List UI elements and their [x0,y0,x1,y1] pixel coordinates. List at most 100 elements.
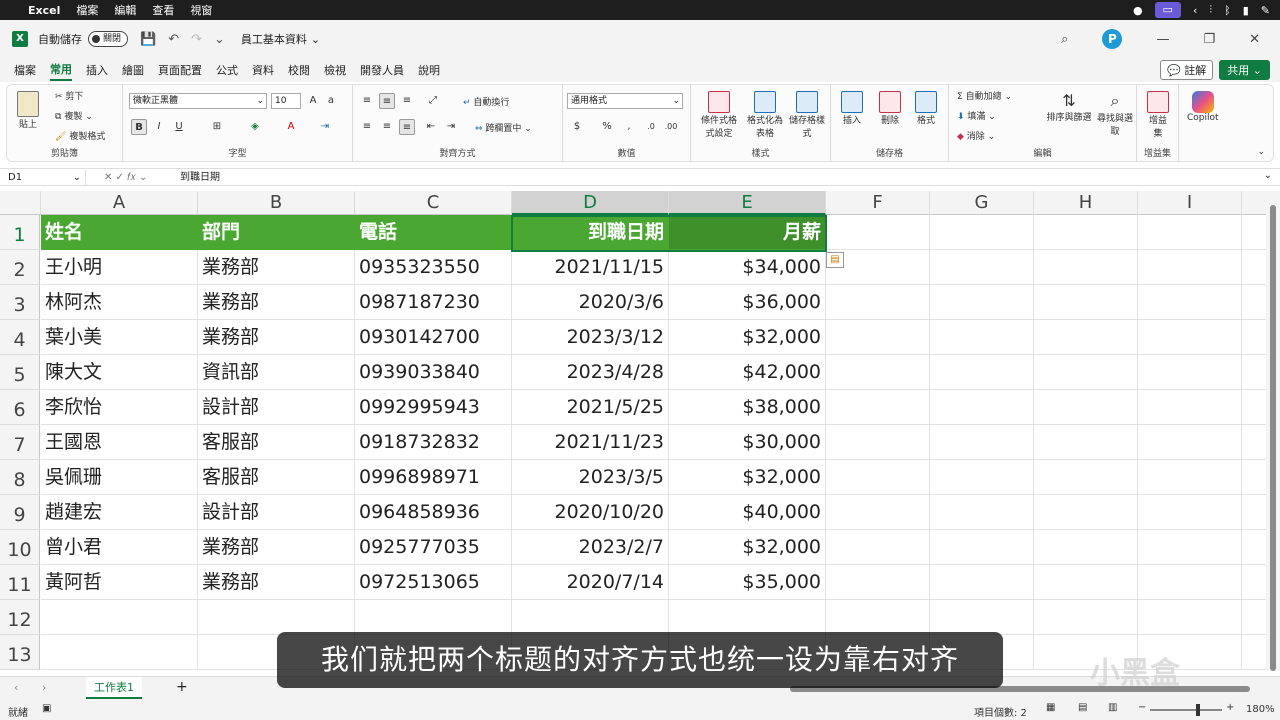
empty-cell[interactable] [1242,495,1266,530]
accessibility-icon[interactable]: ▣ [42,703,51,714]
table-cell[interactable]: $32,000 [669,460,826,495]
empty-cell[interactable] [1034,215,1138,250]
empty-cell[interactable] [1242,635,1266,670]
clear-button[interactable]: ◆ 消除 ⌄ [957,129,995,142]
table-cell[interactable]: 客服部 [198,460,355,495]
table-cell[interactable]: 陳大文 [41,355,198,390]
format-cells-button[interactable]: 格式 [915,91,937,126]
empty-cell[interactable] [930,355,1034,390]
increase-decimal-icon[interactable]: .0 [643,119,659,135]
empty-cell[interactable] [1034,250,1138,285]
table-cell[interactable]: 2021/11/23 [512,425,669,460]
empty-cell[interactable] [1242,565,1266,600]
empty-cell[interactable] [1242,355,1266,390]
fx-icon[interactable]: ✕ ✓ 𝑓𝑥 ⌄ [104,169,147,186]
percent-icon[interactable]: % [599,119,615,135]
next-sheet-icon[interactable]: › [42,681,46,694]
menu-view[interactable]: 查看 [152,2,174,18]
phonetic-icon[interactable]: ⇥ [317,119,333,135]
empty-cell[interactable] [1034,320,1138,355]
column-header[interactable]: G [930,191,1034,215]
table-cell[interactable]: $40,000 [669,495,826,530]
zoom-slider-thumb[interactable] [1196,704,1200,716]
doc-title-chevron-icon[interactable]: ⌄ [311,33,320,46]
empty-cell[interactable] [826,215,930,250]
increase-indent-icon[interactable]: ⇥ [443,119,459,135]
paste-button[interactable]: 貼上 [17,91,39,130]
empty-cell[interactable] [930,460,1034,495]
font-color-icon[interactable]: A [283,119,299,135]
empty-cell[interactable] [1034,495,1138,530]
table-cell[interactable]: 葉小美 [41,320,198,355]
delete-cells-button[interactable]: 刪除 [879,91,901,126]
number-format-select[interactable]: 通用格式 ⌄ [567,93,683,109]
decrease-font-icon[interactable]: a [323,93,339,109]
table-cell[interactable]: 2023/3/5 [512,460,669,495]
tab-insert[interactable]: 插入 [86,60,108,80]
table-cell[interactable]: 黃阿哲 [41,565,198,600]
table-cell[interactable]: 0939033840 [355,355,512,390]
avatar[interactable]: P [1102,29,1123,49]
tab-help[interactable]: 說明 [418,60,440,80]
decrease-decimal-icon[interactable]: .00 [663,119,679,135]
table-cell[interactable]: 曾小君 [41,530,198,565]
table-cell[interactable]: 2021/5/25 [512,390,669,425]
empty-cell[interactable] [930,495,1034,530]
table-cell[interactable]: 0925777035 [355,530,512,565]
screen-share-icon[interactable]: ▭ [1154,2,1181,18]
cut-button[interactable]: ✂ 剪下 [55,89,83,102]
empty-cell[interactable] [1034,460,1138,495]
row-header[interactable]: 4 [0,320,40,355]
formula-input[interactable]: 到職日期 [180,169,220,186]
empty-cell[interactable] [930,530,1034,565]
tab-file[interactable]: 檔案 [14,60,36,80]
worksheet-grid[interactable]: A B C D E F G H I 1 姓名 部門 電話 到職日期 月薪 2 王小明 業務部 09… [0,191,1266,671]
empty-cell[interactable] [1138,215,1242,250]
row-header[interactable]: 11 [0,565,40,600]
empty-cell[interactable] [826,320,930,355]
empty-cell[interactable] [1242,285,1266,320]
row-header[interactable]: 6 [0,390,40,425]
menu-edit[interactable]: 編輯 [114,2,136,18]
empty-cell[interactable] [930,600,1034,635]
row-header[interactable]: 5 [0,355,40,390]
empty-cell[interactable] [930,215,1034,250]
select-all-corner[interactable] [0,191,41,215]
align-bottom-icon[interactable]: ≡ [399,93,415,109]
customize-toolbar-icon[interactable]: ⌄ [214,32,225,47]
close-icon[interactable]: ✕ [1249,32,1260,47]
table-cell[interactable]: 業務部 [198,285,355,320]
table-cell[interactable]: 0964858936 [355,495,512,530]
font-size-select[interactable]: 10 [271,93,301,109]
column-header[interactable]: I [1138,191,1242,215]
table-cell[interactable]: 0996898971 [355,460,512,495]
table-cell[interactable]: $30,000 [669,425,826,460]
collapse-ribbon-icon[interactable]: ⌄ [1257,147,1265,157]
row-header[interactable]: 3 [0,285,40,320]
column-header[interactable]: B [198,191,355,215]
empty-cell[interactable] [1138,250,1242,285]
fill-color-icon[interactable]: ◈ [247,119,263,135]
table-cell[interactable]: $34,000 [669,250,826,285]
tab-data[interactable]: 資料 [252,60,274,80]
empty-cell[interactable] [1138,460,1242,495]
sort-filter-button[interactable]: ⇅ 排序與篩選 [1045,91,1093,123]
table-cell[interactable]: 趙建宏 [41,495,198,530]
row-header[interactable]: 10 [0,530,40,565]
align-left-icon[interactable]: ≡ [359,119,375,135]
empty-cell[interactable] [512,600,669,635]
table-cell[interactable]: 0935323550 [355,250,512,285]
paste-options-icon[interactable]: ▤ [826,252,844,268]
empty-cell[interactable] [1242,530,1266,565]
empty-cell[interactable] [930,320,1034,355]
minimize-icon[interactable]: — [1156,32,1169,47]
align-center-icon[interactable]: ≡ [379,119,395,135]
page-layout-view-icon[interactable]: ▤ [1078,702,1087,713]
table-cell[interactable]: 王國恩 [41,425,198,460]
table-cell[interactable]: 業務部 [198,250,355,285]
empty-cell[interactable] [826,495,930,530]
table-header-cell[interactable]: 姓名 [41,215,198,250]
empty-cell[interactable] [930,565,1034,600]
tab-developer[interactable]: 開發人員 [360,60,404,80]
empty-cell[interactable] [1138,355,1242,390]
